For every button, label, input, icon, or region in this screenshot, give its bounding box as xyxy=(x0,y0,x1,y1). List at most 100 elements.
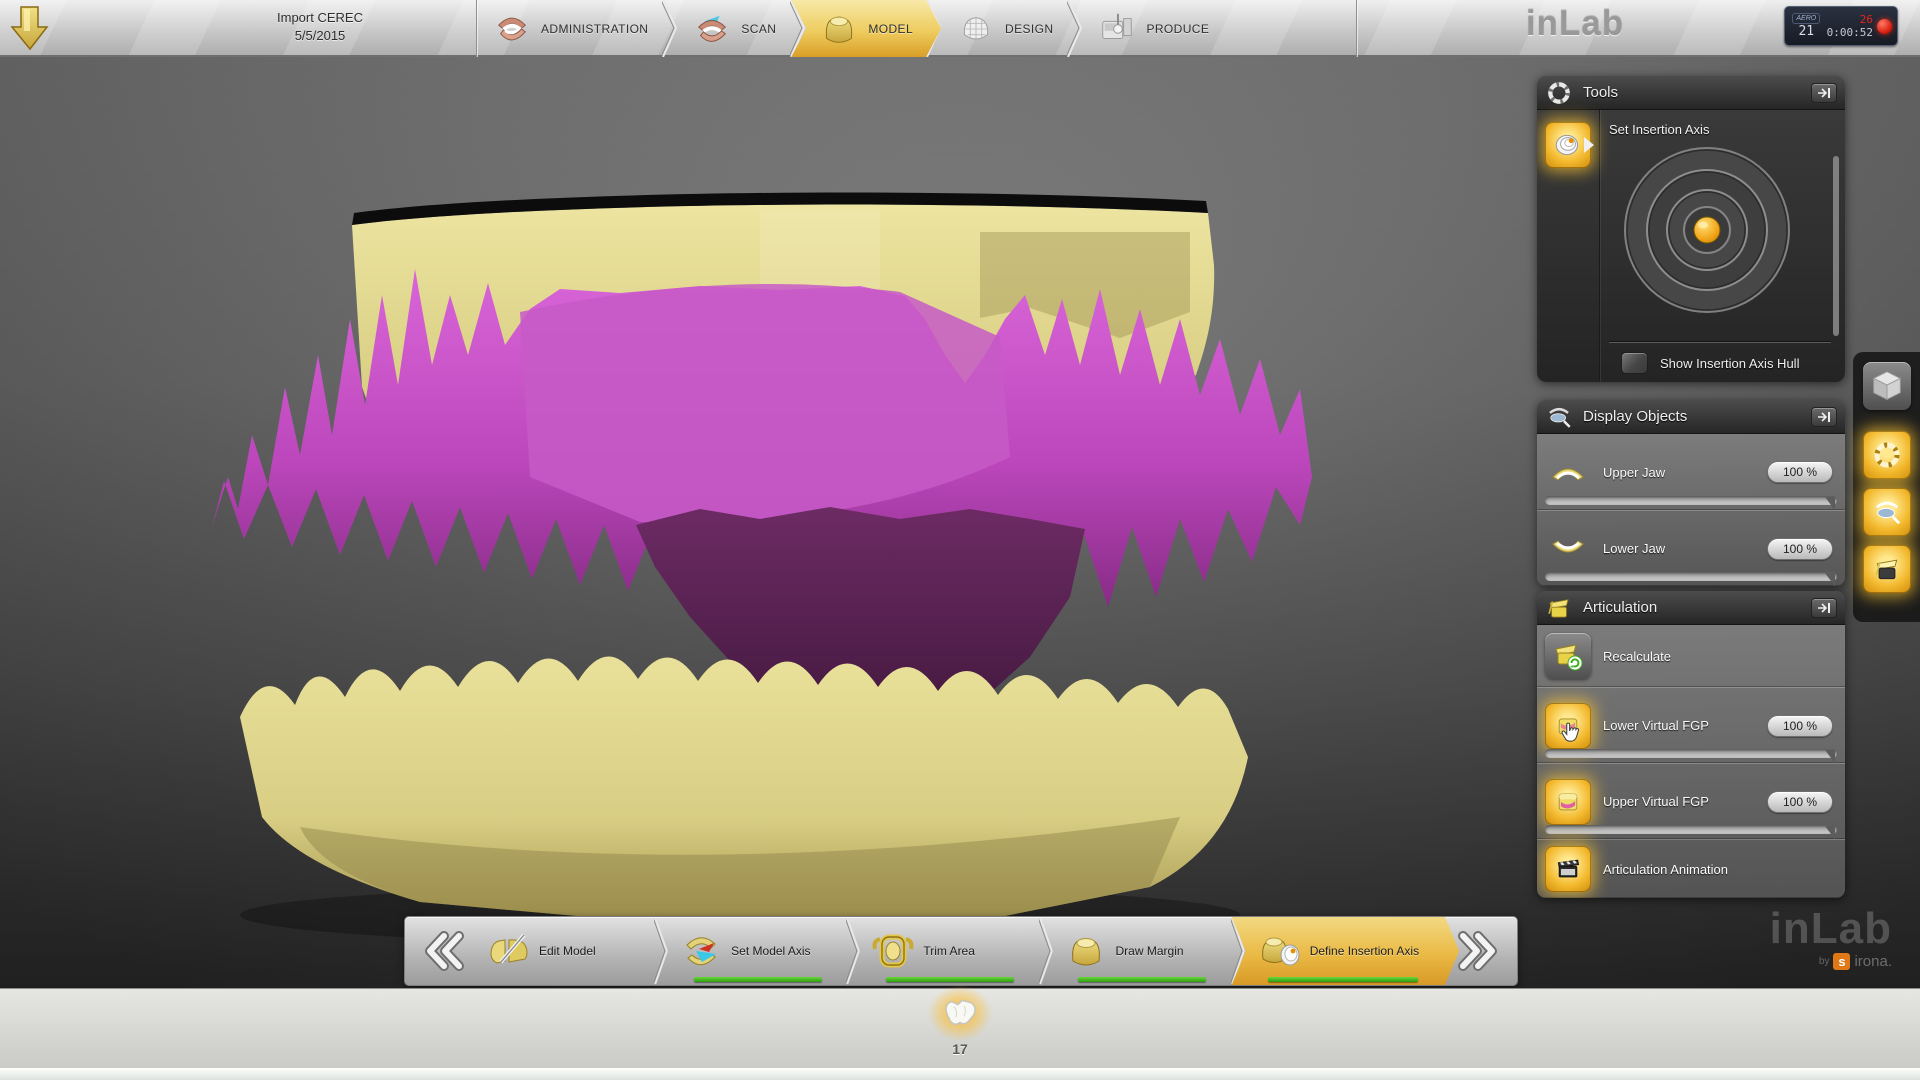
tools-divider xyxy=(1609,342,1831,343)
double-chevron-left-icon xyxy=(417,930,465,972)
tooth-indicator[interactable]: 17 xyxy=(924,985,996,1057)
tools-collapse-button[interactable] xyxy=(1811,83,1837,103)
tools-panel-toggle-button[interactable] xyxy=(1863,431,1911,479)
show-insertion-axis-hull-checkbox[interactable] xyxy=(1621,352,1648,374)
view-cube-button[interactable] xyxy=(1863,362,1911,410)
upper-virtual-fgp-button[interactable] xyxy=(1545,779,1591,825)
topbar-separator xyxy=(1356,0,1357,57)
phase-tabs: ADMINISTRATION SCAN xyxy=(478,0,1223,57)
insertion-axis-target-control[interactable] xyxy=(1617,144,1797,316)
dock-right-icon xyxy=(1817,87,1831,99)
panel-toggle-strip xyxy=(1853,352,1920,622)
tools-panel-title: Tools xyxy=(1583,84,1801,101)
3d-viewport[interactable]: Tools Set I xyxy=(0,57,1920,988)
tooth-number: 17 xyxy=(924,1041,996,1057)
lower-virtual-fgp-button[interactable] xyxy=(1545,703,1591,749)
tools-panel-header: Tools xyxy=(1537,76,1845,110)
lower-virtual-fgp-row: Lower Virtual FGP 100 % xyxy=(1537,687,1845,763)
lower-virtual-fgp-slider[interactable] xyxy=(1545,749,1837,758)
watermark-vendor-name: irona. xyxy=(1854,953,1892,970)
watermark-vendor: by s irona. xyxy=(1770,953,1892,970)
topbar-separator xyxy=(476,0,477,57)
step-draw-margin[interactable]: Draw Margin xyxy=(1054,917,1231,985)
step-label: Trim Area xyxy=(923,944,975,958)
view-cube-icon xyxy=(1868,367,1906,405)
articulation-panel: Articulation xyxy=(1537,591,1845,898)
record-button[interactable] xyxy=(1877,19,1892,34)
dock-right-icon xyxy=(1817,411,1831,423)
upper-fgp-icon xyxy=(1553,787,1583,817)
tab-model[interactable]: MODEL xyxy=(791,0,941,57)
step-progress-bar xyxy=(886,977,1014,982)
step-edit-model[interactable]: Edit Model xyxy=(477,917,654,985)
upper-jaw-opacity-value[interactable]: 100 % xyxy=(1767,461,1833,483)
jaw-administration-icon xyxy=(492,9,532,49)
inlab-app-window: Import CEREC 5/5/2015 ADMINISTRATION xyxy=(0,0,1920,1080)
set-insertion-axis-tool-button[interactable] xyxy=(1545,122,1591,168)
step-define-insertion-axis[interactable]: Define Insertion Axis xyxy=(1232,917,1459,985)
upper-virtual-fgp-value[interactable]: 100 % xyxy=(1767,791,1833,813)
tab-label: PRODUCE xyxy=(1146,22,1209,36)
step-set-model-axis[interactable]: Set Model Axis xyxy=(669,917,846,985)
sirona-logo-icon: s xyxy=(1833,953,1850,970)
articulation-header: Articulation xyxy=(1537,591,1845,625)
recorder-left: AERO 21 xyxy=(1790,13,1823,39)
articulation-collapse-button[interactable] xyxy=(1811,598,1837,618)
upper-virtual-fgp-slider[interactable] xyxy=(1545,825,1837,834)
tab-label: MODEL xyxy=(868,22,913,36)
step-progress-bar xyxy=(1268,977,1418,982)
recorder-right: 26 0:00:52 xyxy=(1827,14,1873,39)
jaw-scan-icon xyxy=(692,9,732,49)
top-bar: Import CEREC 5/5/2015 ADMINISTRATION xyxy=(0,0,1920,57)
tooth-icon xyxy=(939,994,981,1032)
articulation-toggle-button[interactable] xyxy=(1863,545,1911,593)
tab-chevron-separator xyxy=(662,0,678,57)
back-button[interactable] xyxy=(8,4,54,52)
lower-jaw-label: Lower Jaw xyxy=(1603,541,1755,556)
tab-produce[interactable]: PRODUCE xyxy=(1083,0,1223,57)
screen-recorder-widget: AERO 21 26 0:00:52 xyxy=(1784,6,1898,46)
step-progress-bar xyxy=(1078,977,1206,982)
upper-virtual-fgp-row: Upper Virtual FGP 100 % xyxy=(1537,763,1845,839)
recorder-codec-label: AERO xyxy=(1792,13,1820,24)
articulation-animation-label: Articulation Animation xyxy=(1603,862,1833,877)
display-objects-toggle-button[interactable] xyxy=(1863,488,1911,536)
watermark-by: by xyxy=(1819,956,1830,967)
set-model-axis-icon xyxy=(679,930,723,972)
step-trim-area[interactable]: Trim Area xyxy=(861,917,1038,985)
back-arrow-icon xyxy=(8,4,52,52)
tooth-glow xyxy=(928,985,992,1041)
lower-virtual-fgp-value[interactable]: 100 % xyxy=(1767,715,1833,737)
double-chevron-right-icon xyxy=(1457,930,1505,972)
upper-jaw-label: Upper Jaw xyxy=(1603,465,1755,480)
tab-label: ADMINISTRATION xyxy=(541,22,648,36)
lower-jaw-row: Lower Jaw 100 % xyxy=(1537,510,1845,586)
recalculate-label: Recalculate xyxy=(1603,649,1833,664)
upper-jaw-opacity-slider[interactable] xyxy=(1545,496,1837,505)
lower-fgp-icon xyxy=(1553,711,1583,741)
articulation-animation-button[interactable] xyxy=(1545,846,1591,892)
tab-scan[interactable]: SCAN xyxy=(678,0,790,57)
tools-panel: Tools Set I xyxy=(1537,76,1845,382)
hull-checkbox-row: Show Insertion Axis Hull xyxy=(1621,352,1799,374)
watermark-brand: inLab xyxy=(1770,907,1892,951)
upper-jaw-icon xyxy=(1545,452,1591,492)
display-objects-collapse-button[interactable] xyxy=(1811,407,1837,427)
recalculate-button[interactable] xyxy=(1545,633,1591,679)
tools-wheel-icon xyxy=(1872,440,1902,470)
lower-jaw-opacity-slider[interactable] xyxy=(1545,572,1837,581)
bottom-bar: 17 xyxy=(0,988,1920,1080)
step-label: Edit Model xyxy=(539,944,596,958)
previous-steps-button[interactable] xyxy=(405,917,477,985)
step-progress-bar xyxy=(694,977,822,982)
articulator-icon xyxy=(1872,554,1902,584)
trim-area-icon xyxy=(871,930,915,972)
bottom-strip xyxy=(0,1068,1920,1080)
lower-jaw-opacity-value[interactable]: 100 % xyxy=(1767,538,1833,560)
step-label: Set Model Axis xyxy=(731,944,810,958)
tools-scrollbar[interactable] xyxy=(1833,156,1839,336)
tab-administration[interactable]: ADMINISTRATION xyxy=(478,0,662,57)
dock-right-icon xyxy=(1817,602,1831,614)
tab-label: DESIGN xyxy=(1005,22,1053,36)
tab-design[interactable]: DESIGN xyxy=(942,0,1067,57)
